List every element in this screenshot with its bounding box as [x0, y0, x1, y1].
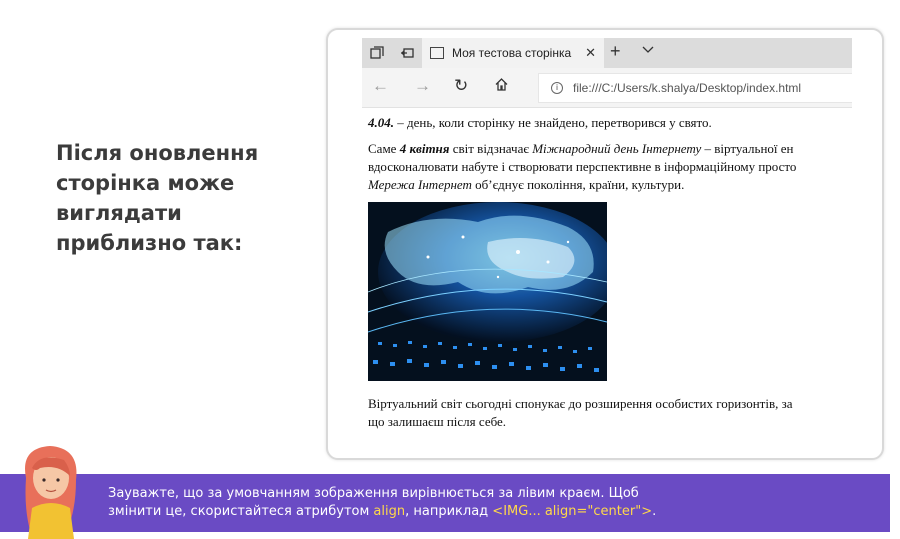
info-icon[interactable]: i: [551, 82, 563, 94]
note-highlight-img: <IMG... align="center">: [492, 504, 653, 519]
paragraph-2: Саме 4 квітня світ відзначає Міжнародний…: [368, 140, 852, 194]
address-bar[interactable]: i file:///C:/Users/k.shalya/Desktop/inde…: [538, 73, 852, 103]
url-text: file:///C:/Users/k.shalya/Desktop/index.…: [573, 81, 802, 95]
p2-text-c: – віртуальної ен: [701, 141, 794, 156]
p2-bold: 4 квітня: [399, 141, 450, 156]
internet-globe-image: [368, 202, 607, 381]
page-content: 4.04. – день, коли сторінку не знайдено,…: [368, 114, 852, 431]
note-highlight-align: align: [373, 504, 406, 519]
note-line-2-a: змінити це, скористайтеся атрибутом: [108, 504, 374, 519]
paragraph-1-text: – день, коли сторінку не знайдено, перет…: [394, 115, 712, 130]
note-banner: Зауважте, що за умовчанням зображення ви…: [0, 474, 890, 532]
paragraph-3-line-1: Віртуальний світ сьогодні спонукає до ро…: [368, 396, 793, 411]
set-aside-tabs-icon[interactable]: [392, 38, 422, 68]
navigation-bar: ← → ↻ i file:///C:/Users/k.shalya/Deskto…: [362, 68, 852, 108]
forward-arrow-icon[interactable]: →: [414, 76, 431, 96]
browser-window: Моя тестова сторінка ✕ + ← → ↻ i file://…: [362, 38, 852, 448]
paragraph-3-line-2: що залишаєш після себе.: [368, 414, 507, 429]
page-icon: [430, 47, 444, 59]
note-text: Зауважте, що за умовчанням зображення ви…: [108, 485, 808, 521]
p2-line-3: об’єднує покоління, країни, культури.: [471, 177, 685, 192]
p2-line-2: вдосконалювати набуте і створювати персп…: [368, 159, 797, 174]
chevron-down-icon[interactable]: [642, 43, 654, 58]
note-line-2-b: , наприклад: [405, 504, 493, 519]
refresh-icon[interactable]: ↻: [454, 76, 468, 96]
tab-active[interactable]: Моя тестова сторінка ✕: [422, 38, 604, 68]
back-arrow-icon[interactable]: ←: [372, 76, 389, 96]
note-line-2: змінити це, скористайтеся атрибутом alig…: [108, 503, 808, 521]
close-tab-icon[interactable]: ✕: [585, 45, 596, 61]
date-bold: 4.04.: [368, 115, 394, 130]
p2-text-b: світ відзначає: [449, 141, 533, 156]
home-icon[interactable]: [494, 77, 509, 97]
note-line-1: Зауважте, що за умовчанням зображення ви…: [108, 486, 639, 501]
note-line-2-c: .: [652, 504, 657, 519]
p2-italic: Міжнародний день Інтернету: [532, 141, 702, 156]
paragraph-1: 4.04. – день, коли сторінку не знайдено,…: [368, 114, 852, 132]
new-tab-icon[interactable]: +: [610, 41, 621, 62]
mascot-girl-illustration: [10, 438, 94, 539]
p2-italic-2: Мережа Інтернет: [368, 177, 472, 192]
tab-bar: Моя тестова сторінка ✕ +: [362, 38, 852, 68]
tab-title: Моя тестова сторінка: [452, 46, 572, 60]
p2-text-a: Саме: [368, 141, 400, 156]
slide-heading: Після оновлення сторінка може виглядати …: [56, 141, 259, 255]
tab-groups-icon[interactable]: [362, 38, 392, 68]
